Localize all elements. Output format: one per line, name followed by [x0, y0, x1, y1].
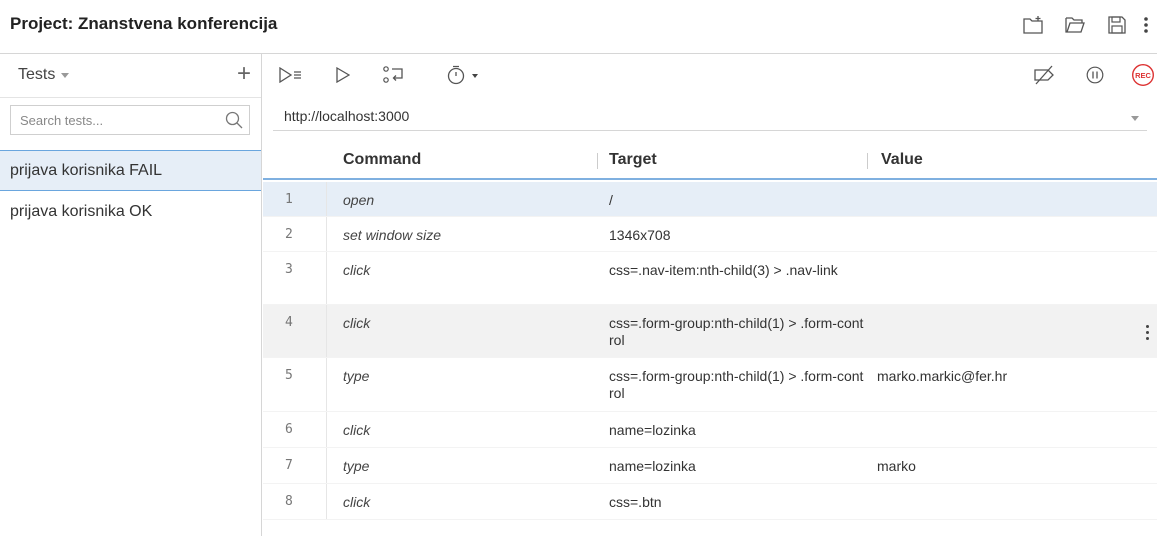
main-panel: REC Command Target Value 1 open / 2 set … [263, 54, 1157, 536]
number-column-divider [326, 484, 327, 519]
command-table-body: 1 open / 2 set window size 1346x708 3 cl… [263, 182, 1157, 520]
command-table-header: Command Target Value [263, 143, 1157, 180]
row-more-options-icon[interactable] [1146, 325, 1150, 341]
speed-icon[interactable] [445, 64, 481, 86]
save-icon[interactable] [1107, 14, 1127, 36]
row-target[interactable]: css=.form-group:nth-child(1) > .form-con… [609, 315, 864, 349]
project-title: Project: Znanstvena konferencija [10, 14, 277, 34]
base-url-bar [273, 103, 1147, 131]
row-target[interactable]: css=.form-group:nth-child(1) > .form-con… [609, 368, 864, 402]
row-command[interactable]: click [343, 262, 370, 278]
row-number: 3 [285, 262, 293, 277]
pause-icon[interactable] [1085, 64, 1105, 86]
row-number: 5 [285, 368, 293, 383]
step-icon[interactable] [383, 64, 405, 86]
row-target[interactable]: / [609, 192, 864, 209]
test-item-prijava-ok[interactable]: prijava korisnika OK [0, 191, 261, 232]
run-all-icon[interactable] [279, 64, 303, 86]
row-number: 4 [285, 315, 293, 330]
row-value[interactable]: marko [877, 458, 916, 474]
number-column-divider [326, 412, 327, 447]
toolbar: REC [263, 54, 1157, 94]
number-column-divider [326, 217, 327, 251]
search-icon [225, 111, 243, 129]
row-command[interactable]: click [343, 315, 370, 331]
record-icon[interactable]: REC [1131, 64, 1155, 86]
number-column-divider [326, 252, 327, 304]
test-list: prijava korisnika FAIL prijava korisnika… [0, 150, 261, 232]
row-command[interactable]: click [343, 422, 370, 438]
tests-dropdown-label: Tests [18, 66, 56, 83]
row-target[interactable]: name=lozinka [609, 458, 864, 475]
number-column-divider [326, 358, 327, 411]
table-row[interactable]: 4 click css=.form-group:nth-child(1) > .… [263, 305, 1157, 358]
table-row[interactable]: 8 click css=.btn [263, 484, 1157, 520]
open-folder-icon[interactable] [1065, 14, 1085, 36]
record-label: REC [1135, 71, 1151, 80]
new-folder-icon[interactable] [1023, 14, 1043, 36]
row-target[interactable]: name=lozinka [609, 422, 864, 439]
row-command[interactable]: type [343, 368, 369, 384]
more-vertical-icon[interactable] [1143, 14, 1149, 36]
table-row[interactable]: 7 type name=lozinka marko [263, 448, 1157, 484]
row-value[interactable]: marko.markic@fer.hr [877, 368, 1007, 384]
column-header-command: Command [343, 151, 422, 168]
search-tests-box [10, 105, 250, 135]
test-item-prijava-fail[interactable]: prijava korisnika FAIL [0, 150, 261, 191]
column-header-target: Target [609, 151, 657, 168]
column-divider[interactable] [867, 153, 868, 169]
number-column-divider [326, 182, 327, 216]
run-icon[interactable] [335, 64, 351, 86]
row-command[interactable]: set window size [343, 227, 441, 243]
project-name[interactable]: Znanstvena konferencija [78, 14, 277, 33]
add-test-button[interactable]: + [237, 60, 251, 88]
row-number: 1 [285, 192, 293, 207]
row-target[interactable]: css=.nav-item:nth-child(3) > .nav-link [609, 262, 864, 279]
tests-dropdown[interactable]: Tests [18, 66, 70, 84]
project-label: Project: [10, 14, 74, 33]
sidebar: Tests + prijava korisnika FAIL prijava k… [0, 54, 262, 536]
table-row[interactable]: 6 click name=lozinka [263, 412, 1157, 448]
row-target[interactable]: 1346x708 [609, 227, 864, 244]
row-target[interactable]: css=.btn [609, 494, 864, 511]
base-url-input[interactable] [273, 103, 1093, 129]
row-number: 2 [285, 227, 293, 242]
row-number: 6 [285, 422, 293, 437]
column-header-value: Value [881, 151, 923, 168]
caret-down-icon [61, 72, 70, 78]
row-number: 7 [285, 458, 293, 473]
table-row[interactable]: 1 open / [263, 182, 1157, 217]
project-header: Project: Znanstvena konferencija [0, 0, 1157, 54]
sidebar-header: Tests + [0, 54, 261, 98]
number-column-divider [326, 305, 327, 357]
row-command[interactable]: click [343, 494, 370, 510]
column-divider[interactable] [597, 153, 598, 169]
table-row[interactable]: 3 click css=.nav-item:nth-child(3) > .na… [263, 252, 1157, 305]
disable-breakpoints-icon[interactable] [1032, 64, 1056, 86]
table-row[interactable]: 2 set window size 1346x708 [263, 217, 1157, 252]
row-number: 8 [285, 494, 293, 509]
number-column-divider [326, 448, 327, 483]
search-tests-input[interactable] [11, 106, 211, 134]
url-dropdown-caret-icon[interactable] [1131, 116, 1139, 121]
row-command[interactable]: open [343, 192, 374, 208]
row-command[interactable]: type [343, 458, 369, 474]
table-row[interactable]: 5 type css=.form-group:nth-child(1) > .f… [263, 358, 1157, 412]
